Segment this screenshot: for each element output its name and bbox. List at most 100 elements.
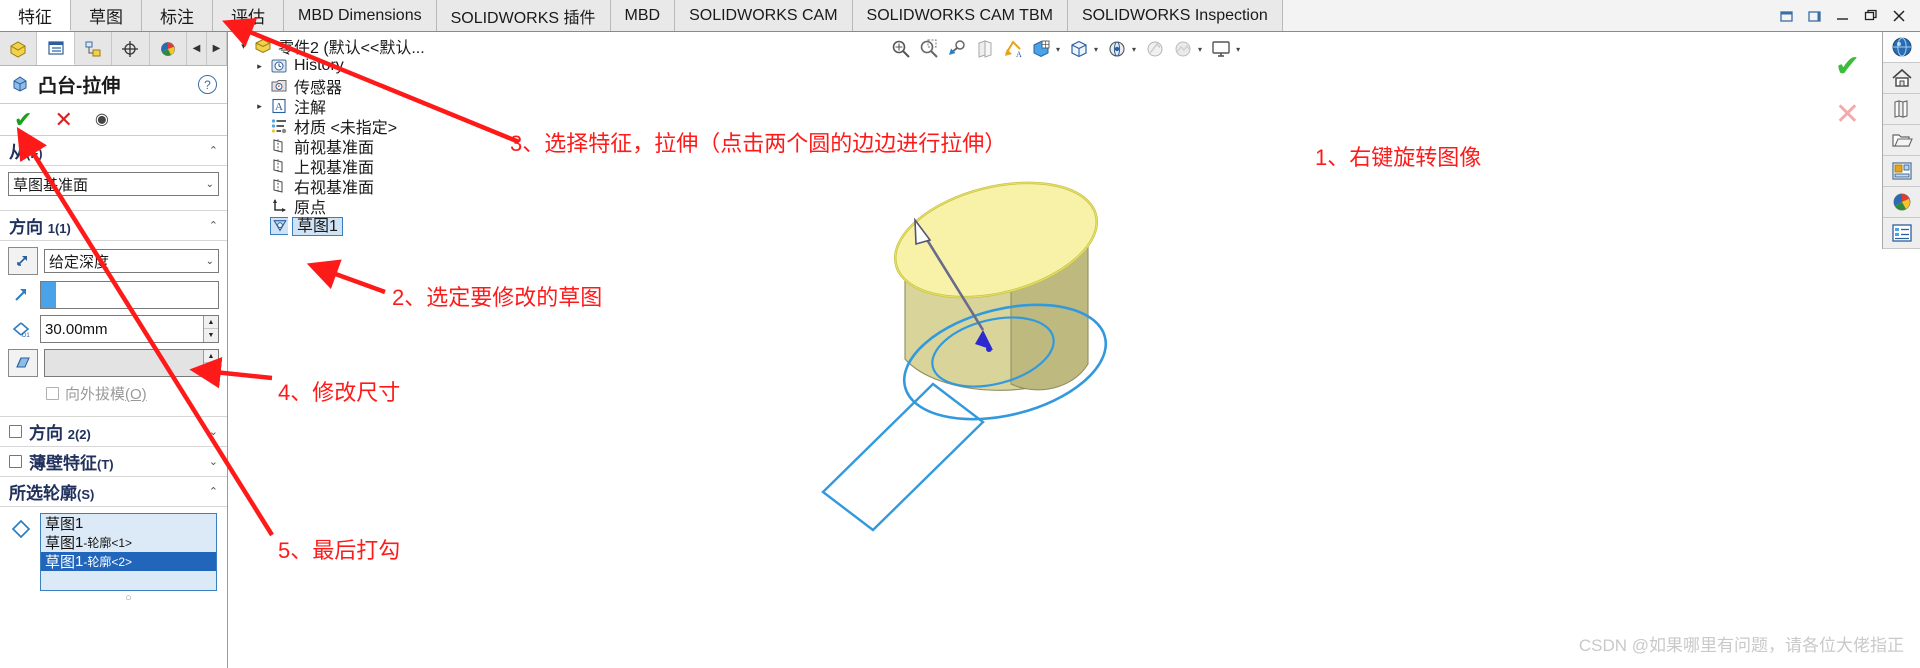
chevron-up-icon[interactable]: ⌃: [209, 485, 218, 498]
close-icon[interactable]: [1890, 7, 1908, 25]
section-direction1-header[interactable]: 方向 1(1) ⌃: [0, 211, 227, 241]
tab-evaluate[interactable]: 评估: [213, 0, 284, 31]
tab-markup[interactable]: 标注: [142, 0, 213, 31]
chevron-down-icon: ⌄: [205, 255, 214, 267]
twisty-icon[interactable]: ▸: [253, 101, 266, 112]
chevron-down-icon[interactable]: ▾: [1094, 45, 1102, 54]
viewport-icon[interactable]: [1208, 36, 1234, 62]
resize-grip-dot[interactable]: ○: [40, 592, 217, 604]
direction2-checkbox[interactable]: [9, 425, 22, 438]
view-palette-icon[interactable]: [1883, 156, 1920, 187]
solidworks-resources-icon[interactable]: [1883, 32, 1920, 63]
manager-tab-prev-button[interactable]: ◀: [187, 32, 208, 65]
tree-node-part[interactable]: ▾ 零件2 (默认<<默认...: [229, 36, 633, 57]
display-manager-tab[interactable]: [149, 32, 188, 65]
accept-button[interactable]: ✔: [14, 108, 32, 131]
hide-show-items-icon[interactable]: [1066, 36, 1092, 62]
chevron-down-icon[interactable]: ▾: [1236, 45, 1244, 54]
zoom-to-area-icon[interactable]: [916, 36, 942, 62]
edit-appearance-icon[interactable]: [1104, 36, 1130, 62]
dimxpert-manager-tab[interactable]: [112, 32, 150, 65]
draft-outward-row[interactable]: 向外拔模(O): [8, 383, 219, 404]
file-explorer-books-icon[interactable]: [1883, 94, 1920, 125]
tree-node-sensors[interactable]: 传感器: [229, 76, 633, 97]
restore-down-inner-icon[interactable]: [1778, 7, 1796, 25]
section-thin-feature-label: 薄壁特征(T): [29, 454, 114, 473]
tree-node-sketch1[interactable]: 草图1: [229, 216, 633, 236]
thin-feature-checkbox[interactable]: [9, 455, 22, 468]
tree-node-top-plane[interactable]: 上视基准面: [229, 156, 633, 177]
svg-text:D1: D1: [22, 333, 30, 339]
view-settings-icon[interactable]: [1170, 36, 1196, 62]
twisty-icon[interactable]: ▸: [253, 61, 266, 72]
appearances-scenes-icon[interactable]: [1883, 187, 1920, 218]
tree-node-label: 零件2 (默认<<默认...: [278, 40, 425, 57]
section-from-header[interactable]: 从(F) ⌃: [0, 136, 227, 166]
configuration-manager-tab[interactable]: [74, 32, 113, 65]
minimize-icon[interactable]: [1834, 7, 1852, 25]
tab-mbd-dimensions[interactable]: MBD Dimensions: [284, 0, 437, 31]
list-item-selected[interactable]: 草图 1 -轮廓<2>: [41, 552, 216, 571]
chevron-up-icon[interactable]: ⌃: [209, 219, 218, 232]
tree-node-origin[interactable]: 原点: [229, 196, 633, 217]
tree-node-annotations[interactable]: ▸ A 注解: [229, 96, 633, 117]
help-icon[interactable]: ?: [198, 75, 217, 94]
depth-stepper[interactable]: ▲ ▼: [203, 316, 218, 342]
section-selected-contours-header[interactable]: 所选轮廓(S) ⌃: [0, 477, 227, 507]
draft-angle-icon[interactable]: [8, 349, 38, 377]
stepper-up[interactable]: ▲: [204, 316, 218, 329]
chevron-down-icon[interactable]: ▾: [1056, 45, 1064, 54]
model-preview[interactable]: [633, 62, 1883, 662]
depth-input[interactable]: 30.00mm ▲ ▼: [40, 315, 219, 343]
tab-solidworks-addins[interactable]: SOLIDWORKS 插件: [436, 0, 611, 31]
tab-solidworks-cam-tbm[interactable]: SOLIDWORKS CAM TBM: [852, 0, 1068, 31]
apply-scene-icon[interactable]: [1142, 36, 1168, 62]
tree-node-right-plane[interactable]: 右视基准面: [229, 176, 633, 197]
maximize-icon[interactable]: [1862, 7, 1880, 25]
end-condition-dropdown[interactable]: 给定深度 ⌄: [44, 249, 219, 273]
display-style-icon[interactable]: [1028, 36, 1054, 62]
draft-outward-checkbox[interactable]: [46, 387, 59, 400]
section-thin-feature-header[interactable]: 薄壁特征(T) ⌄: [0, 447, 227, 477]
chevron-up-icon[interactable]: ⌃: [209, 144, 218, 157]
tab-solidworks-cam[interactable]: SOLIDWORKS CAM: [675, 0, 853, 31]
draft-angle-input[interactable]: ▲ ▼: [44, 349, 219, 377]
chevron-down-icon[interactable]: ▾: [1198, 45, 1206, 54]
chevron-down-icon[interactable]: ⌄: [209, 455, 218, 468]
list-item[interactable]: 草图 1 -轮廓<1>: [41, 533, 216, 552]
previous-view-icon[interactable]: [944, 36, 970, 62]
restore-up-inner-icon[interactable]: [1806, 7, 1824, 25]
chevron-down-icon[interactable]: ⌄: [209, 425, 218, 438]
from-start-condition-dropdown[interactable]: 草图基准面 ⌄: [8, 172, 219, 196]
tab-features[interactable]: 特征: [0, 0, 71, 31]
list-item[interactable]: 草图 1: [41, 514, 216, 533]
tab-sketch[interactable]: 草图: [71, 0, 142, 31]
section-direction2-header[interactable]: 方向 2(2) ⌄: [0, 417, 227, 447]
direction-reference-field[interactable]: [40, 281, 219, 309]
draft-stepper[interactable]: ▲ ▼: [203, 350, 218, 376]
zoom-to-fit-icon[interactable]: [888, 36, 914, 62]
tree-node-material[interactable]: 材质 <未指定>: [229, 116, 633, 137]
stepper-down[interactable]: ▼: [204, 329, 218, 342]
feature-manager-tab[interactable]: [0, 32, 38, 65]
section-view-icon[interactable]: [972, 36, 998, 62]
custom-properties-icon[interactable]: [1883, 218, 1920, 249]
manager-tab-next-button[interactable]: ▶: [207, 32, 228, 65]
cancel-button[interactable]: ✕: [54, 108, 72, 131]
open-folder-icon[interactable]: [1883, 125, 1920, 156]
tab-mbd[interactable]: MBD: [610, 0, 676, 31]
tree-node-history[interactable]: ▸ History: [229, 56, 633, 76]
chevron-down-icon[interactable]: ▾: [1132, 45, 1140, 54]
preview-eye-icon[interactable]: ◉: [95, 111, 109, 128]
view-orientation-icon[interactable]: A: [1000, 36, 1026, 62]
design-library-home-icon[interactable]: [1883, 63, 1920, 94]
stepper-down[interactable]: ▼: [204, 363, 218, 376]
property-manager-tab[interactable]: [37, 32, 75, 65]
tab-solidworks-inspection[interactable]: SOLIDWORKS Inspection: [1067, 0, 1283, 31]
stepper-up[interactable]: ▲: [204, 350, 218, 363]
reverse-direction-icon[interactable]: [8, 247, 38, 275]
graphics-area[interactable]: A ▾ ▾ ▾ ▾ ▾ ✔ ✕ CSDN @如果哪里有问题，请各位大佬指正: [633, 32, 1920, 668]
tree-node-front-plane[interactable]: 前视基准面: [229, 136, 633, 157]
selected-contours-list[interactable]: 草图 1 草图 1 -轮廓<1> 草图 1 -轮廓<2>: [40, 513, 217, 591]
twisty-icon[interactable]: ▾: [237, 41, 250, 52]
